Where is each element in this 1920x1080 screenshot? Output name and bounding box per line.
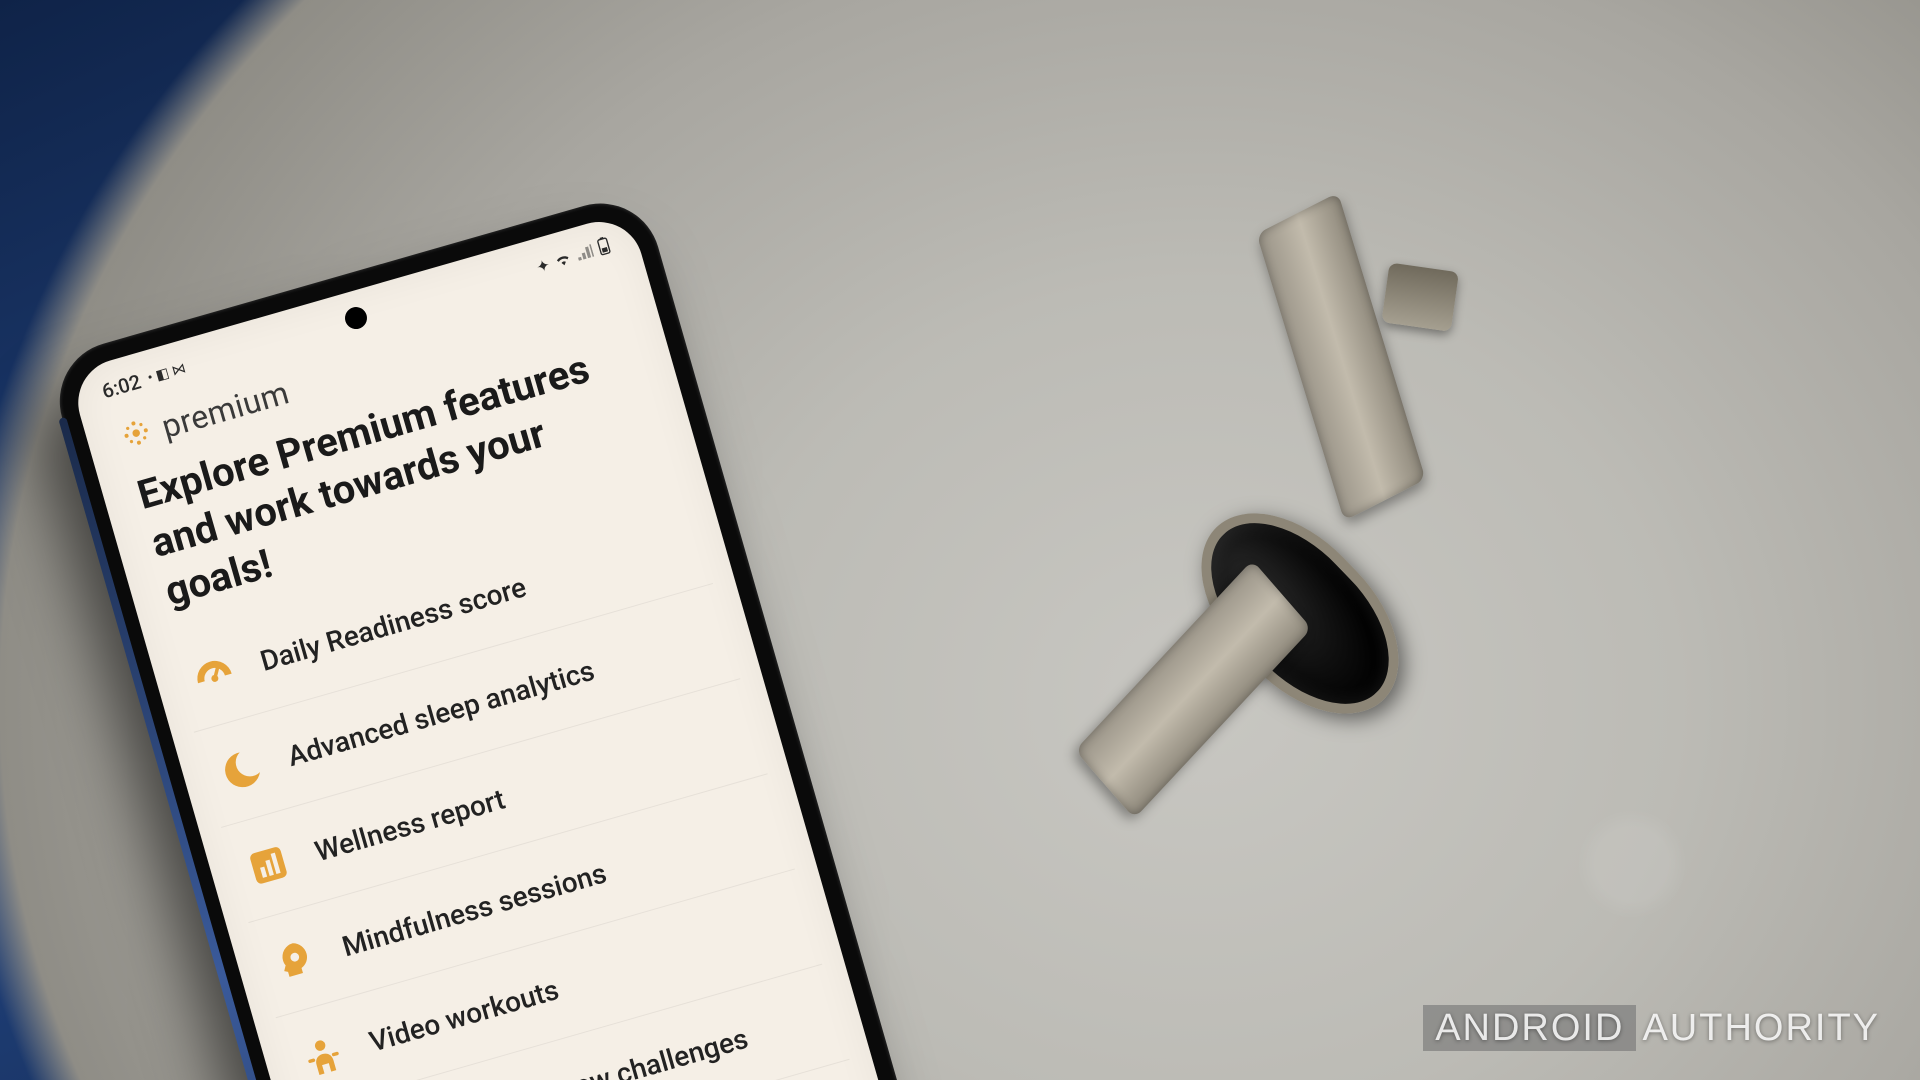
workout-icon — [295, 1027, 352, 1080]
battery-icon — [595, 236, 613, 260]
smartphone: 6:02 • ◧ ⋈ ✦ — [46, 189, 995, 1080]
watermark-brand-boxed: ANDROID — [1423, 1005, 1636, 1051]
phone-screen: 6:02 • ◧ ⋈ ✦ — [68, 212, 972, 1080]
vibrate-icon: ✦ — [534, 255, 551, 277]
feature-label: Wellness report — [311, 782, 509, 868]
report-icon — [240, 837, 297, 894]
premium-logo-icon — [118, 415, 156, 456]
head-icon — [267, 932, 324, 989]
wifi-icon — [552, 248, 575, 271]
fitness-tracker-prop — [993, 228, 1566, 852]
gauge-icon — [185, 647, 242, 704]
svg-text:z: z — [240, 752, 251, 769]
feature-label: Video workouts — [366, 973, 563, 1059]
watermark: ANDROIDAUTHORITY — [1423, 1007, 1880, 1050]
watermark-brand-rest: AUTHORITY — [1642, 1007, 1880, 1049]
signal-icon — [575, 242, 596, 265]
moon-icon: z — [213, 742, 270, 799]
photo-scene: 6:02 • ◧ ⋈ ✦ — [0, 0, 1920, 1080]
